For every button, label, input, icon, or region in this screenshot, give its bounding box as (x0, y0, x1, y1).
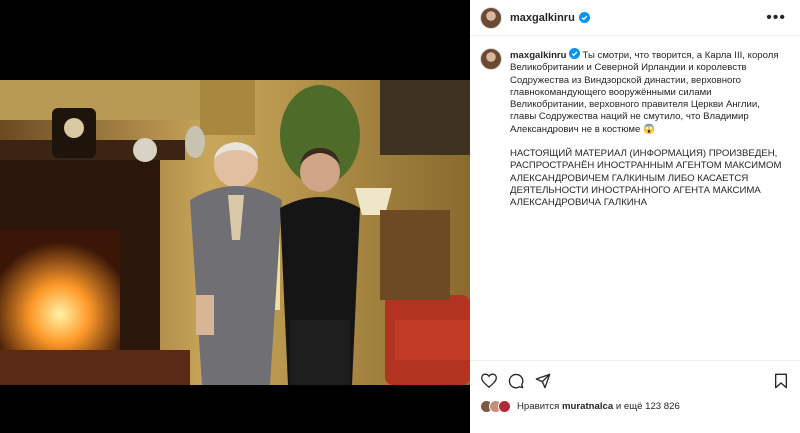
caption-notice: НАСТОЯЩИЙ МАТЕРИАЛ (ИНФОРМАЦИЯ) ПРОИЗВЕД… (510, 148, 782, 209)
avatar[interactable] (480, 6, 502, 29)
share-send-icon[interactable] (534, 372, 552, 390)
post-photo-image (0, 80, 470, 385)
post-photo[interactable] (0, 80, 470, 385)
liked-by-text: Нравится muratnalca и ещё 123 826 (517, 401, 680, 412)
save-bookmark-icon[interactable] (772, 372, 790, 390)
likes-summary: Нравится muratnalca и ещё 123 826 (470, 397, 800, 415)
caption-username[interactable]: maxgalkinru (510, 50, 567, 61)
caption-avatar[interactable] (480, 48, 502, 70)
header-username[interactable]: maxgalkinru (510, 12, 575, 24)
more-options-icon[interactable]: ••• (766, 9, 786, 26)
verified-badge-icon (568, 48, 580, 59)
liker-username[interactable]: muratnalca (562, 401, 613, 412)
liker-avatars (480, 399, 511, 413)
avatar[interactable] (498, 399, 511, 413)
caption-text: Ты смотри, что творится, а Карла III, ко… (510, 50, 779, 135)
like-heart-icon[interactable] (480, 372, 498, 390)
verified-badge-icon (578, 12, 590, 23)
comment-icon[interactable] (507, 372, 525, 390)
caption-area: maxgalkinru Ты смотри, что творится, а Ка… (470, 36, 800, 358)
action-bar (470, 360, 800, 400)
likes-prefix: Нравится (517, 400, 560, 412)
media-pane (0, 0, 470, 433)
post-header: maxgalkinru ••• (470, 0, 800, 36)
caption: maxgalkinru Ты смотри, что творится, а Ка… (510, 48, 786, 358)
post-sidebar: maxgalkinru ••• maxgalkinru Ты смотри, чт… (470, 0, 800, 433)
likes-count[interactable]: и ещё 123 826 (616, 401, 680, 412)
